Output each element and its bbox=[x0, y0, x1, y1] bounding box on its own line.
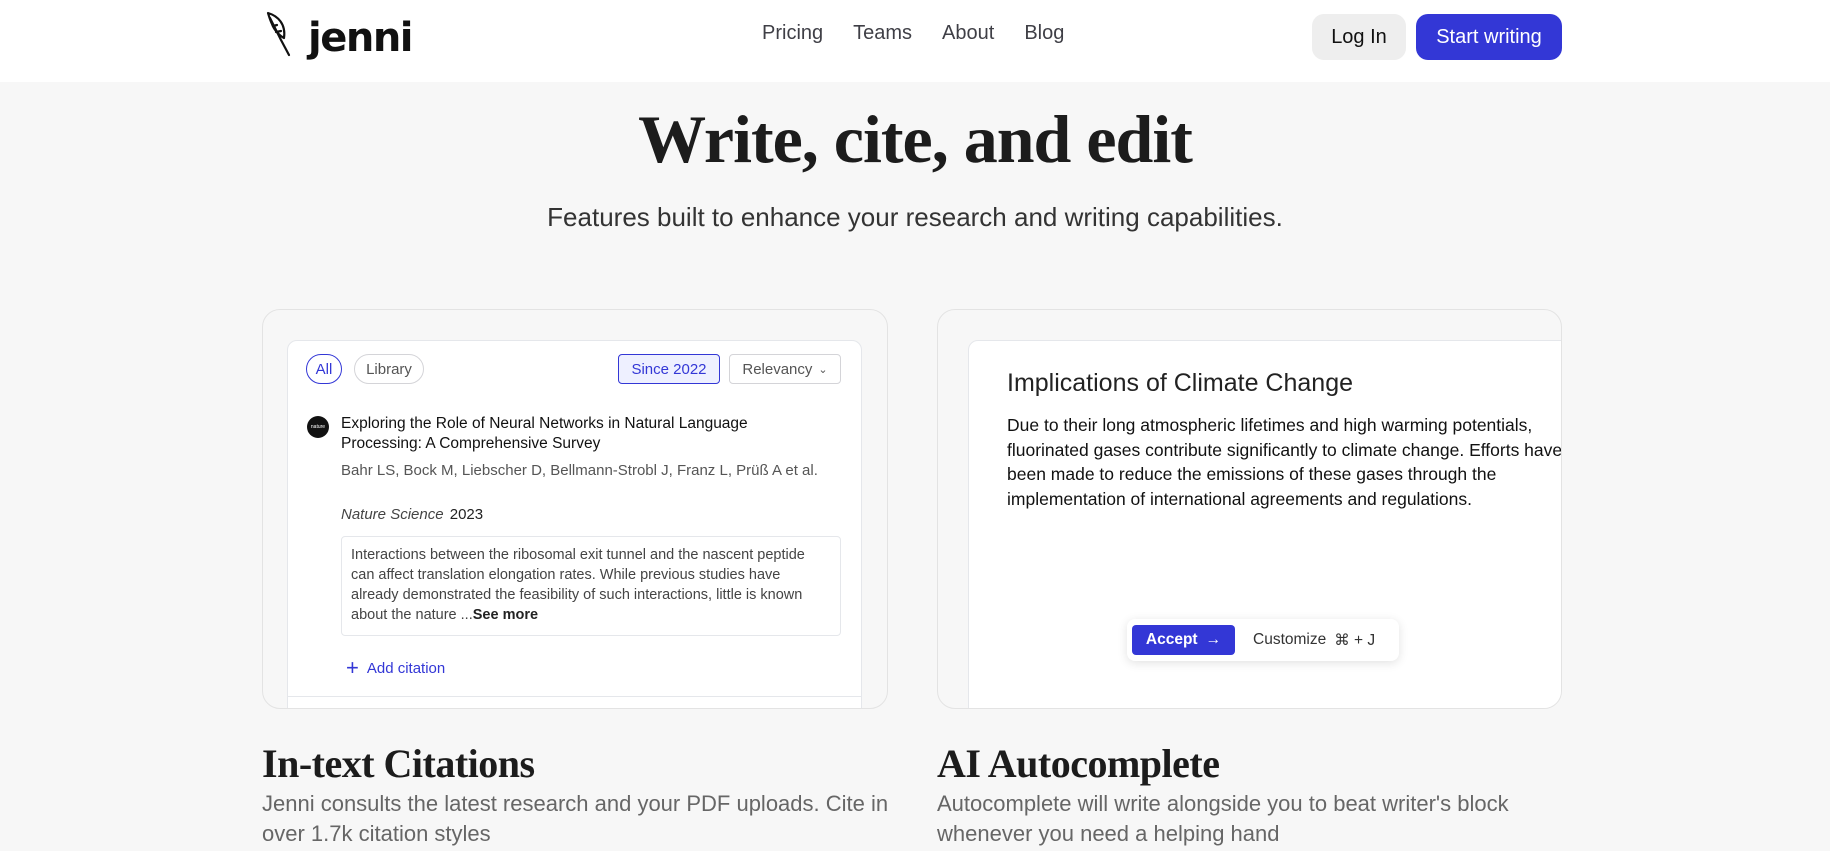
paper-year: 2023 bbox=[449, 506, 484, 523]
autocomplete-toolbar: Accept → Customize ⌘ + J bbox=[1127, 619, 1399, 661]
nav-link-blog[interactable]: Blog bbox=[1024, 22, 1064, 45]
brand-name: jenni bbox=[308, 14, 414, 61]
customize-button[interactable]: Customize ⌘ + J bbox=[1253, 625, 1375, 655]
sort-select[interactable]: Relevancy ⌄ bbox=[729, 354, 841, 384]
feature-title-citations: In-text Citations bbox=[262, 741, 535, 786]
document-body[interactable]: Due to their long atmospheric lifetimes … bbox=[1007, 413, 1561, 511]
top-navbar: jenni Pricing Teams About Blog Log In St… bbox=[0, 0, 1830, 82]
feature-desc-autocomplete: Autocomplete will write alongside you to… bbox=[937, 791, 1509, 846]
paper-journal: Nature Science bbox=[341, 506, 444, 523]
arrow-right-icon: → bbox=[1205, 631, 1222, 648]
paper-journal-line: Nature Science 2023 bbox=[341, 506, 483, 523]
autocomplete-feature-card: Implications of Climate Change Due to th… bbox=[937, 309, 1562, 709]
nav-link-pricing[interactable]: Pricing bbox=[762, 22, 823, 45]
nav-links: Pricing Teams About Blog bbox=[762, 22, 1064, 45]
add-citation-label: Add citation bbox=[366, 659, 446, 677]
divider bbox=[288, 696, 861, 697]
journal-logo-icon: nature bbox=[307, 416, 329, 438]
start-writing-button[interactable]: Start writing bbox=[1416, 14, 1562, 60]
citation-search-panel: All Library Since 2022 Relevancy ⌄ natur… bbox=[287, 340, 862, 708]
customize-label: Customize bbox=[1253, 631, 1327, 648]
since-year-filter[interactable]: Since 2022 bbox=[618, 354, 720, 384]
paper-title[interactable]: Exploring the Role of Neural Networks in… bbox=[341, 414, 821, 454]
accept-button[interactable]: Accept → bbox=[1132, 625, 1235, 655]
nav-link-teams[interactable]: Teams bbox=[853, 22, 912, 45]
hero-subtitle: Features built to enhance your research … bbox=[547, 202, 1283, 232]
nav-link-about[interactable]: About bbox=[942, 22, 994, 45]
paper-abstract: Interactions between the ribosomal exit … bbox=[341, 536, 841, 636]
brand-logo[interactable]: jenni bbox=[264, 10, 414, 65]
paper-abstract-text: Interactions between the ribosomal exit … bbox=[351, 547, 805, 623]
login-button[interactable]: Log In bbox=[1312, 14, 1406, 60]
see-more-link[interactable]: See more bbox=[473, 607, 538, 623]
feature-title-autocomplete: AI Autocomplete bbox=[937, 741, 1220, 786]
chevron-down-icon: ⌄ bbox=[818, 363, 828, 376]
hero-title: Write, cite, and edit bbox=[638, 101, 1193, 177]
filter-all-pill[interactable]: All bbox=[306, 354, 342, 384]
sort-select-value: Relevancy bbox=[742, 360, 813, 378]
keyboard-shortcut: ⌘ + J bbox=[1334, 631, 1376, 649]
plus-icon: + bbox=[346, 655, 359, 680]
filter-library-pill[interactable]: Library bbox=[354, 354, 424, 384]
feature-desc-citations: Jenni consults the latest research and y… bbox=[262, 791, 889, 846]
citations-feature-card: All Library Since 2022 Relevancy ⌄ natur… bbox=[262, 309, 888, 709]
add-citation-button[interactable]: + Add citation bbox=[346, 655, 446, 680]
paper-authors: Bahr LS, Bock M, Liebscher D, Bellmann-S… bbox=[341, 462, 818, 479]
feather-quill-icon bbox=[264, 10, 300, 65]
document-title: Implications of Climate Change bbox=[1007, 369, 1353, 397]
accept-label: Accept bbox=[1145, 631, 1198, 648]
document-editor-panel: Implications of Climate Change Due to th… bbox=[968, 340, 1561, 708]
